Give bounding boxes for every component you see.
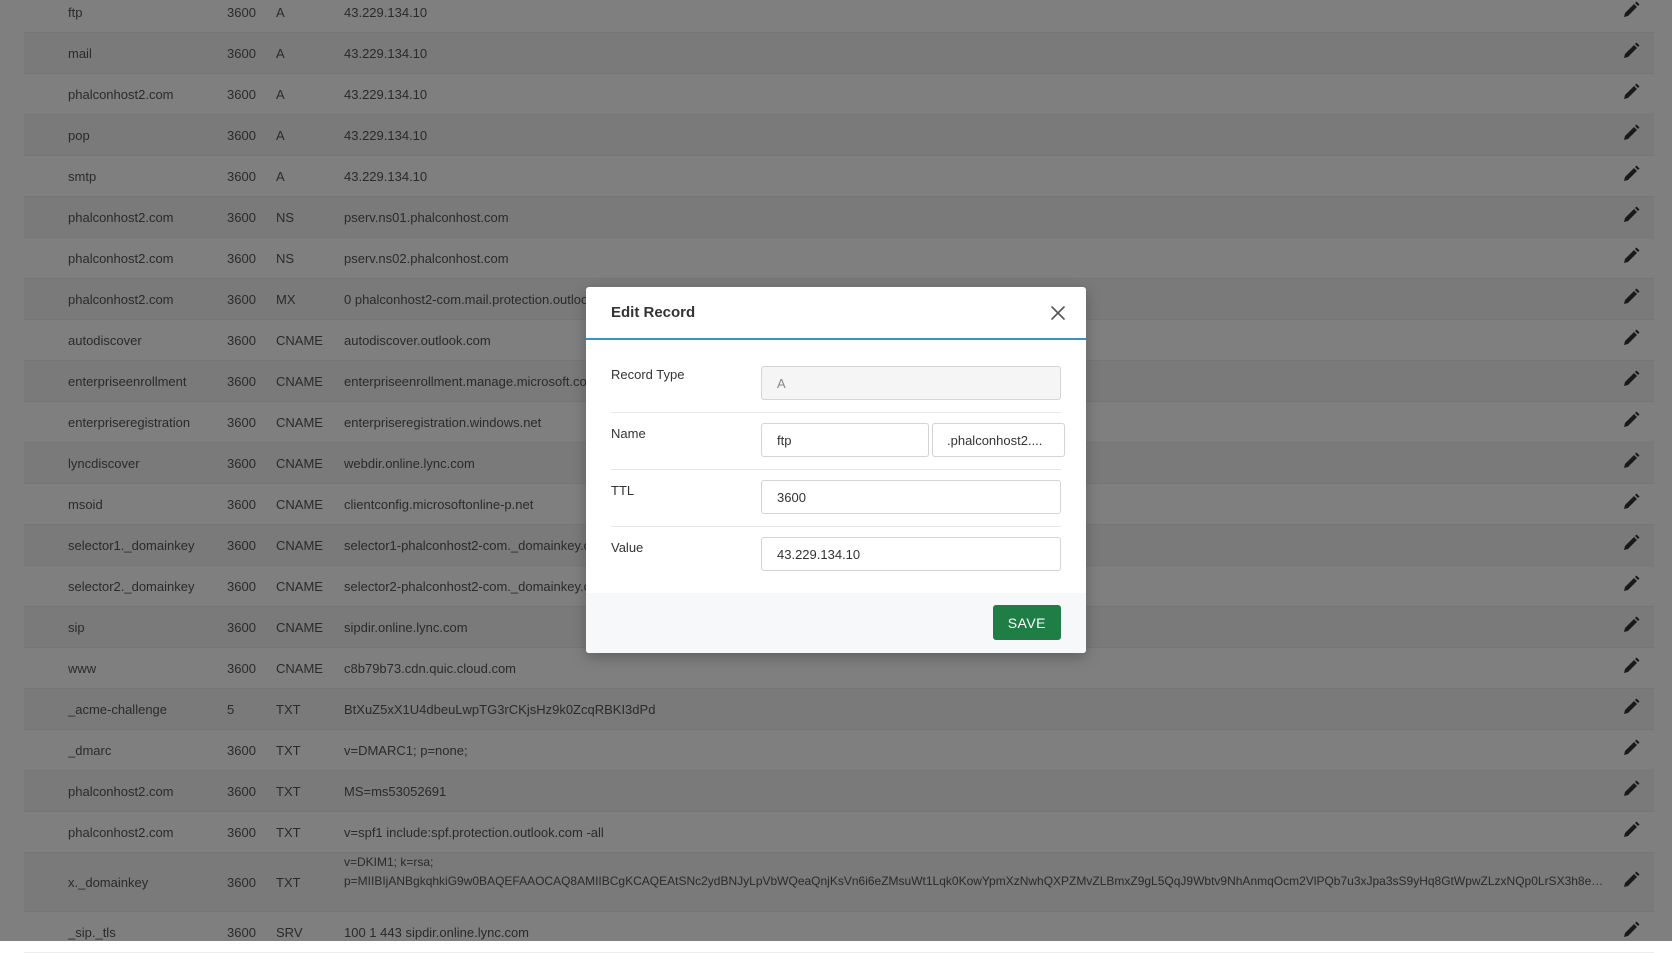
- modal-footer: SAVE: [586, 593, 1086, 653]
- name-field[interactable]: [761, 423, 929, 457]
- modal-title: Edit Record: [611, 304, 696, 321]
- modal-body: Record Type Name TTL Value: [586, 340, 1086, 585]
- value-label: Value: [611, 540, 644, 555]
- close-icon[interactable]: [1048, 303, 1068, 323]
- value-row: Value: [611, 527, 1061, 585]
- edit-record-modal: Edit Record Record Type Name TTL Value S…: [586, 287, 1086, 653]
- ttl-label: TTL: [611, 483, 635, 498]
- value-field[interactable]: [761, 537, 1061, 571]
- modal-header: Edit Record: [586, 287, 1086, 340]
- ttl-row: TTL: [611, 470, 1061, 527]
- ttl-field[interactable]: [761, 480, 1061, 514]
- name-row: Name: [611, 413, 1065, 470]
- record-type-row: Record Type: [611, 340, 1061, 413]
- record-type-label: Record Type: [611, 367, 685, 382]
- name-label: Name: [611, 426, 646, 441]
- save-button[interactable]: SAVE: [992, 605, 1061, 640]
- domain-suffix-field: [932, 423, 1065, 457]
- record-type-field: [761, 366, 1061, 400]
